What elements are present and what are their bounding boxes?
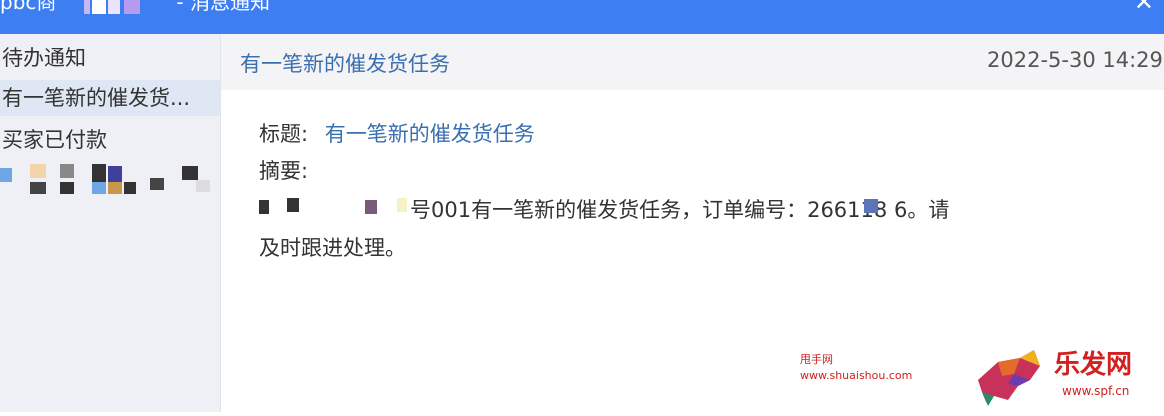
close-icon[interactable]: ✕ xyxy=(1134,0,1154,14)
title-value: 有一笔新的催发货任务 xyxy=(324,122,535,146)
watermark-line1: 甩手网 xyxy=(800,353,833,366)
sidebar-item-buyer-paid[interactable]: 买家已付款 xyxy=(0,122,220,158)
redacted-block xyxy=(287,198,299,212)
message-header: 有一笔新的催发货任务 2022-5-30 14:29 xyxy=(221,34,1164,90)
summary-body-part1: 号001有一笔新的催发货任务，订单编号：266118 xyxy=(410,198,888,222)
window-title-bar: pbc商 - 消息通知 ✕ xyxy=(0,0,1164,34)
watermark-line2: www.shuaishou.com xyxy=(800,369,913,382)
redacted-block xyxy=(259,200,269,214)
window-title-text: pbc商 xyxy=(0,0,57,14)
sidebar-item-todo[interactable]: 待办通知 xyxy=(0,40,220,76)
sidebar-item-shipping-reminder[interactable]: 有一笔新的催发货... xyxy=(0,80,220,116)
redacted-block xyxy=(864,199,878,213)
redacted-sidebar-item xyxy=(0,164,220,204)
title-label: 标题: xyxy=(259,122,309,146)
redacted-block xyxy=(397,198,407,212)
redacted-block xyxy=(365,200,377,214)
summary-body-part2: 6。请 xyxy=(894,198,950,222)
title-row: 标题: 有一笔新的催发货任务 xyxy=(259,118,535,148)
summary-body-line2: 及时跟进处理。 xyxy=(259,236,406,260)
message-subject: 有一笔新的催发货任务 xyxy=(240,52,450,76)
logo-url: www.spf.cn xyxy=(1062,384,1130,398)
window-title-suffix: - 消息通知 xyxy=(176,0,270,14)
message-time: 2022-5-30 14:29 xyxy=(987,48,1163,72)
summary-label: 摘要: xyxy=(259,159,309,183)
message-list-sidebar: 待办通知 有一笔新的催发货... 买家已付款 xyxy=(0,34,221,412)
spf-logo: 乐发网 www.spf.cn xyxy=(968,340,1164,412)
watermark-shuaishou: 甩手网 www.shuaishou.com xyxy=(800,352,912,384)
logo-text: 乐发网 xyxy=(1054,350,1133,380)
